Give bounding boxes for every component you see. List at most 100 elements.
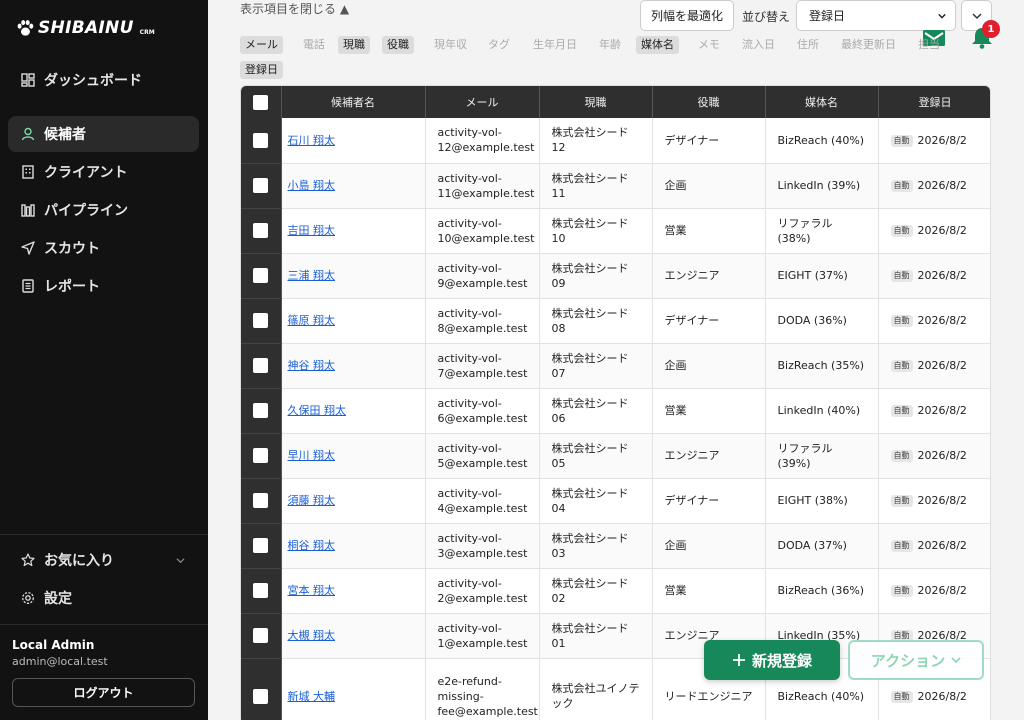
sidebar-item-label: ダッシュボード bbox=[44, 73, 142, 89]
column-chip[interactable]: メール bbox=[240, 36, 283, 54]
date-cell: 自動 2026/8/2 bbox=[878, 118, 990, 164]
table-row[interactable]: 篠原 翔太 activity-vol-8@example.test 株式会社シー… bbox=[241, 298, 990, 344]
candidate-name-link[interactable]: 宮本 翔太 bbox=[288, 584, 336, 597]
column-chip[interactable]: 生年月日 bbox=[528, 36, 582, 54]
select-all-checkbox[interactable] bbox=[253, 94, 269, 110]
sidebar-item-label: クライアント bbox=[44, 165, 128, 181]
column-chip[interactable]: 現年収 bbox=[429, 36, 472, 54]
date-value: 2026/8/2 bbox=[917, 224, 967, 237]
table-row[interactable]: 神谷 翔太 activity-vol-7@example.test 株式会社シー… bbox=[241, 343, 990, 389]
column-header[interactable]: 候補者名 bbox=[281, 86, 426, 118]
row-checkbox[interactable] bbox=[253, 358, 269, 374]
chevron-down-icon bbox=[951, 657, 961, 664]
company-cell: 株式会社シード 09 bbox=[539, 253, 653, 299]
email-cell: activity-vol-12@example.test bbox=[425, 118, 540, 164]
table-row[interactable]: 須藤 翔太 activity-vol-4@example.test 株式会社シー… bbox=[241, 478, 990, 524]
column-chip[interactable]: 役職 bbox=[382, 36, 414, 54]
row-checkbox[interactable] bbox=[253, 178, 269, 194]
sidebar-item-settings[interactable]: 設定 bbox=[8, 580, 199, 616]
row-checkbox[interactable] bbox=[253, 583, 269, 599]
company-cell: 株式会社シード 06 bbox=[539, 388, 653, 434]
logout-button[interactable]: ログアウト bbox=[12, 678, 195, 707]
column-chip[interactable]: 媒体名 bbox=[636, 36, 679, 54]
column-chip[interactable]: 最終更新日 bbox=[836, 36, 901, 54]
column-chip[interactable]: タグ bbox=[483, 36, 515, 54]
row-checkbox[interactable] bbox=[253, 313, 269, 329]
candidate-name-link[interactable]: 吉田 翔太 bbox=[288, 224, 336, 237]
table-row[interactable]: 三浦 翔太 activity-vol-9@example.test 株式会社シー… bbox=[241, 253, 990, 299]
table-row[interactable]: 石川 翔太 activity-vol-12@example.test 株式会社シ… bbox=[241, 118, 990, 164]
candidate-name-link[interactable]: 篠原 翔太 bbox=[288, 314, 336, 327]
candidate-name-cell: 須藤 翔太 bbox=[281, 478, 426, 524]
candidate-name-link[interactable]: 桐谷 翔太 bbox=[288, 539, 336, 552]
table-row[interactable]: 吉田 翔太 activity-vol-10@example.test 株式会社シ… bbox=[241, 208, 990, 254]
row-checkbox[interactable] bbox=[253, 223, 269, 239]
candidate-name-link[interactable]: 須藤 翔太 bbox=[288, 494, 336, 507]
sort-select[interactable]: 登録日 bbox=[796, 0, 956, 31]
column-chip[interactable]: 電話 bbox=[298, 36, 330, 54]
row-checkbox[interactable] bbox=[253, 688, 269, 704]
table-row[interactable]: 早川 翔太 activity-vol-5@example.test 株式会社シー… bbox=[241, 433, 990, 479]
company-cell: 株式会社シード 03 bbox=[539, 523, 653, 569]
auto-badge: 自動 bbox=[890, 450, 913, 462]
sidebar-item-candidates[interactable]: 候補者 bbox=[8, 116, 199, 152]
row-checkbox[interactable] bbox=[253, 133, 269, 148]
column-chip[interactable]: 住所 bbox=[792, 36, 824, 54]
table-row[interactable]: 桐谷 翔太 activity-vol-3@example.test 株式会社シー… bbox=[241, 523, 990, 569]
candidate-name-cell: 大槻 翔太 bbox=[281, 613, 426, 659]
new-registration-button[interactable]: 新規登録 bbox=[704, 640, 840, 680]
row-checkbox[interactable] bbox=[253, 448, 269, 464]
candidate-name-link[interactable]: 石川 翔太 bbox=[288, 134, 336, 147]
action-menu-button[interactable]: アクション bbox=[848, 640, 984, 680]
row-checkbox[interactable] bbox=[253, 538, 269, 554]
row-checkbox[interactable] bbox=[253, 268, 269, 284]
role-cell: デザイナー bbox=[652, 298, 766, 344]
column-chip[interactable]: 流入日 bbox=[737, 36, 780, 54]
table-header-row: 候補者名 メール 現職 役職 媒体名 登録日 bbox=[241, 86, 990, 118]
column-chip[interactable]: 担当 bbox=[913, 36, 945, 54]
sidebar-item-reports[interactable]: レポート bbox=[8, 268, 199, 304]
collapse-columns-toggle[interactable]: 表示項目を閉じる ▲ bbox=[240, 0, 349, 17]
date-value: 2026/8/2 bbox=[917, 269, 967, 282]
candidate-name-link[interactable]: 小島 翔太 bbox=[288, 179, 336, 192]
table-row[interactable]: 小島 翔太 activity-vol-11@example.test 株式会社シ… bbox=[241, 163, 990, 209]
column-header[interactable]: 役職 bbox=[652, 86, 766, 118]
candidate-name-link[interactable]: 大槻 翔太 bbox=[288, 629, 336, 642]
auto-badge: 自動 bbox=[890, 360, 913, 372]
company-cell: 株式会社シード 07 bbox=[539, 343, 653, 389]
row-select-cell bbox=[241, 523, 282, 569]
sidebar-item-scout[interactable]: スカウト bbox=[8, 230, 199, 266]
email-cell: activity-vol-10@example.test bbox=[425, 208, 540, 254]
column-chip[interactable]: 現職 bbox=[338, 36, 370, 54]
company-cell: 株式会社シード 10 bbox=[539, 208, 653, 254]
column-chip[interactable]: 登録日 bbox=[240, 61, 283, 79]
column-header[interactable]: メール bbox=[425, 86, 540, 118]
row-checkbox[interactable] bbox=[253, 628, 269, 644]
fit-columns-button[interactable]: 列幅を最適化 bbox=[640, 0, 734, 31]
table-row[interactable]: 久保田 翔太 activity-vol-6@example.test 株式会社シ… bbox=[241, 388, 990, 434]
row-checkbox[interactable] bbox=[253, 493, 269, 509]
column-header[interactable]: 現職 bbox=[539, 86, 653, 118]
user-name: Local Admin bbox=[12, 638, 95, 652]
candidate-name-link[interactable]: 早川 翔太 bbox=[288, 449, 336, 462]
role-cell: 企画 bbox=[652, 523, 766, 569]
select-all-cell bbox=[241, 86, 282, 118]
candidate-name-link[interactable]: 神谷 翔太 bbox=[288, 359, 336, 372]
column-header[interactable]: 媒体名 bbox=[765, 86, 879, 118]
sidebar-item-dashboard[interactable]: ダッシュボード bbox=[8, 62, 199, 98]
gear-icon bbox=[22, 592, 34, 604]
candidate-name-link[interactable]: 三浦 翔太 bbox=[288, 269, 336, 282]
candidate-name-link[interactable]: 新城 大輔 bbox=[288, 690, 336, 703]
sidebar-item-clients[interactable]: クライアント bbox=[8, 154, 199, 190]
company-cell: 株式会社シード 08 bbox=[539, 298, 653, 344]
column-header[interactable]: 登録日 bbox=[878, 86, 990, 118]
table-row[interactable]: 宮本 翔太 activity-vol-2@example.test 株式会社シー… bbox=[241, 568, 990, 614]
brand-logo[interactable]: SHIBAINU CRM bbox=[16, 15, 155, 41]
chevron-down-icon bbox=[971, 12, 982, 19]
column-chip[interactable]: 年齢 bbox=[594, 36, 626, 54]
row-checkbox[interactable] bbox=[253, 403, 269, 419]
sidebar-item-favorites[interactable]: お気に入り bbox=[8, 542, 199, 578]
candidate-name-link[interactable]: 久保田 翔太 bbox=[288, 404, 347, 417]
sidebar-item-pipeline[interactable]: パイプライン bbox=[8, 192, 199, 228]
column-chip[interactable]: メモ bbox=[693, 36, 725, 54]
